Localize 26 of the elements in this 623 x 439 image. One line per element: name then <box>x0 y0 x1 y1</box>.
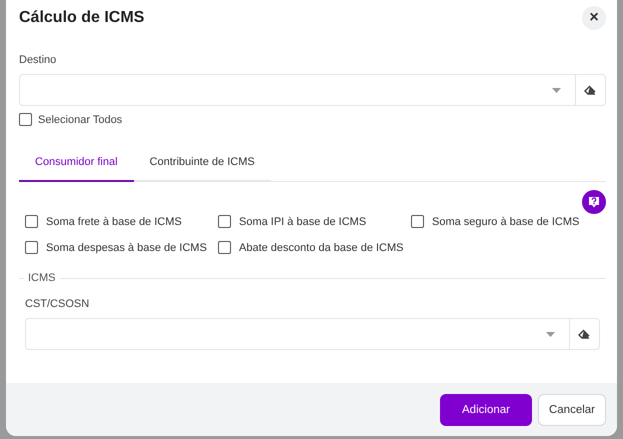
field-label: Destino <box>19 54 56 66</box>
section-title: ICMS <box>28 272 56 284</box>
cancel-button[interactable]: Cancelar <box>538 394 606 426</box>
eraser-icon <box>584 84 597 96</box>
tab[interactable]: Contribuinte de ICMS <box>134 147 271 182</box>
checkbox[interactable] <box>25 215 38 228</box>
checkbox-label: Abate desconto da base de ICMS <box>239 242 404 254</box>
checkbox[interactable] <box>411 215 424 228</box>
checkbox[interactable] <box>19 113 32 126</box>
checkbox-label: Soma despesas à base de ICMS <box>46 242 207 254</box>
eraser-icon <box>578 328 591 340</box>
close-button[interactable]: × <box>582 6 606 30</box>
caret-icon <box>552 88 561 92</box>
caret-icon <box>546 332 555 336</box>
add-button[interactable]: Adicionar <box>440 394 532 426</box>
dialog-title: Cálculo de ICMS <box>19 9 144 27</box>
checkbox-label: Soma IPI à base de ICMS <box>239 216 366 228</box>
checkbox[interactable] <box>218 241 231 254</box>
field-label: CST/CSOSN <box>25 298 90 310</box>
checkbox-label: Soma frete à base de ICMS <box>46 216 182 228</box>
tab[interactable]: Consumidor final <box>19 147 134 182</box>
help-icon[interactable] <box>582 190 606 214</box>
checkbox-label: Selecionar Todos <box>38 114 122 126</box>
checkbox[interactable] <box>218 215 231 228</box>
checkbox[interactable] <box>25 241 38 254</box>
checkbox-label: Soma seguro à base de ICMS <box>432 216 580 228</box>
